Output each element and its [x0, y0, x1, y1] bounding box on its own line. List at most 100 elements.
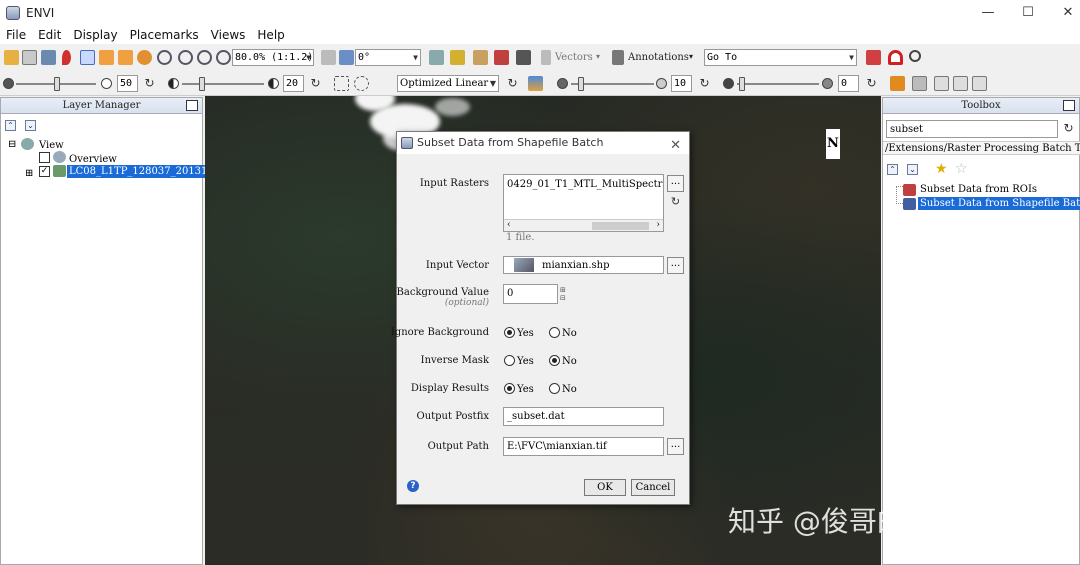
expand-all-icon[interactable]: ⌄ [907, 164, 918, 175]
stretch-roi-icon[interactable] [354, 76, 369, 91]
brightness-slider-thumb[interactable] [54, 77, 60, 91]
toolbox-search-input[interactable]: subset [886, 120, 1058, 138]
chip-to-file-icon[interactable] [912, 76, 927, 91]
view-expander-icon[interactable]: ⊟ [8, 139, 16, 150]
crosshair-icon[interactable] [429, 50, 444, 65]
inverse-mask-no-radio[interactable] [549, 355, 560, 366]
stats-icon[interactable] [516, 50, 531, 65]
output-path-input[interactable]: E:\FVC\mianxian.tif [503, 437, 664, 456]
layer-expander-icon[interactable]: ⊞ [25, 168, 33, 179]
zoom-dropdown[interactable]: 80.0% (1:1.2) ▼ [232, 49, 314, 66]
input-rasters-list[interactable]: 0429_01_T1_MTL_MultiSpectral ‹ › [503, 174, 664, 232]
envi-logo-icon[interactable] [888, 50, 903, 65]
cancel-button[interactable]: Cancel [631, 479, 675, 496]
chip-to-screen-icon[interactable] [890, 76, 905, 91]
spectral-icon[interactable] [494, 50, 509, 65]
zoom-out-icon[interactable] [197, 50, 212, 65]
annotations-icon[interactable] [612, 50, 624, 65]
close-button[interactable]: ✕ [1045, 0, 1080, 26]
input-rasters-value[interactable]: 0429_01_T1_MTL_MultiSpectral [507, 179, 663, 190]
rotate-left-icon[interactable] [321, 50, 336, 65]
overview-checkbox[interactable] [39, 152, 50, 163]
rotate-icon[interactable] [137, 50, 152, 65]
placemark-icon[interactable] [62, 50, 71, 65]
collapse-all-icon[interactable]: ⌃ [887, 164, 898, 175]
output-postfix-input[interactable]: _subset.dat [503, 407, 664, 426]
annotations-dropdown-arrow[interactable]: ▾ [689, 52, 693, 61]
reset-icon[interactable]: ↻ [142, 76, 157, 91]
horizontal-scrollbar[interactable]: ‹ › [504, 219, 663, 231]
layout-four-icon[interactable] [972, 76, 987, 91]
layer-checkbox[interactable]: ✓ [39, 166, 50, 177]
browse-output-button[interactable]: ... [667, 438, 684, 455]
browse-vector-button[interactable]: ... [667, 257, 684, 274]
vectors-menu[interactable]: Vectors [555, 52, 593, 63]
transparency-input[interactable]: 0 [838, 75, 859, 92]
rotation-dropdown[interactable]: 0° ▼ [355, 49, 421, 66]
data-manager-icon[interactable] [22, 50, 37, 65]
favorite-star-icon[interactable]: ★ [935, 161, 948, 177]
menu-edit[interactable]: Edit [32, 28, 67, 42]
sharpen-slider-thumb[interactable] [578, 77, 584, 91]
inverse-mask-yes-radio[interactable] [504, 355, 515, 366]
pin-icon[interactable] [1063, 100, 1075, 111]
crop-icon[interactable] [41, 50, 56, 65]
search-icon[interactable] [909, 50, 921, 62]
input-vector-field[interactable]: mianxian.shp [503, 256, 664, 274]
menu-file[interactable]: File [0, 28, 32, 42]
profile-icon[interactable] [473, 50, 488, 65]
pin-icon[interactable] [186, 100, 198, 111]
expand-all-icon[interactable]: ⌄ [25, 120, 36, 131]
tree-overview-label[interactable]: Overview [69, 154, 117, 165]
contrast-slider-track[interactable] [182, 83, 264, 85]
layout-two-icon[interactable] [953, 76, 968, 91]
transparency-slider-track[interactable] [737, 83, 819, 85]
ignore-background-yes-radio[interactable] [504, 327, 515, 338]
reset-icon[interactable]: ↻ [308, 76, 323, 91]
display-results-no-radio[interactable] [549, 383, 560, 394]
scroll-left-icon[interactable]: ‹ [507, 218, 511, 231]
browse-rasters-button[interactable]: ... [667, 175, 684, 192]
spin-buttons-icon[interactable]: ⊞ ⊟ [560, 286, 566, 302]
help-icon[interactable]: ? [407, 480, 419, 492]
background-value-input[interactable]: 0 [503, 284, 558, 304]
refresh-icon[interactable]: ↻ [668, 194, 683, 209]
vectors-dropdown-arrow[interactable]: ▾ [596, 52, 600, 61]
tree-view-label[interactable]: View [39, 140, 64, 151]
toolbox-item-roi[interactable]: Subset Data from ROIs [920, 184, 1037, 195]
stretch-dropdown[interactable]: Optimized Linear ▼ [397, 75, 499, 92]
reset-icon[interactable]: ↻ [697, 76, 712, 91]
sharpen-input[interactable]: 10 [671, 75, 692, 92]
pan-hand-icon[interactable] [99, 50, 114, 65]
goto-dropdown[interactable]: Go To ▼ [704, 49, 857, 66]
ok-button[interactable]: OK [584, 479, 626, 496]
menu-help[interactable]: Help [251, 28, 290, 42]
reset-icon[interactable]: ↻ [864, 76, 879, 91]
display-results-yes-radio[interactable] [504, 383, 515, 394]
open-folder-icon[interactable] [4, 50, 19, 65]
refresh-icon[interactable]: ↻ [1061, 121, 1076, 136]
stretch-type-icon[interactable] [334, 76, 349, 91]
menu-display[interactable]: Display [67, 28, 123, 42]
ignore-background-no-radio[interactable] [549, 327, 560, 338]
fly-icon[interactable] [118, 50, 133, 65]
annotations-menu[interactable]: Annotations [628, 52, 689, 63]
brightness-input[interactable]: 50 [117, 75, 138, 92]
menu-views[interactable]: Views [205, 28, 252, 42]
toolbox-item-shapefile-batch[interactable]: Subset Data from Shapefile Batch [918, 197, 1080, 210]
unfavorite-star-icon[interactable]: ☆ [955, 161, 968, 177]
scroll-right-icon[interactable]: › [656, 218, 660, 231]
collapse-all-icon[interactable]: ⌃ [5, 120, 16, 131]
histogram-icon[interactable] [528, 76, 543, 91]
menu-placemarks[interactable]: Placemarks [124, 28, 205, 42]
reset-icon[interactable]: ↻ [505, 76, 520, 91]
contrast-input[interactable]: 20 [283, 75, 304, 92]
contrast-slider-thumb[interactable] [199, 77, 205, 91]
select-cursor-icon[interactable] [80, 50, 95, 65]
zoom-icon[interactable] [157, 50, 172, 65]
zoom-full-icon[interactable] [216, 50, 231, 65]
vectors-icon[interactable] [541, 50, 551, 65]
layout-one-icon[interactable] [934, 76, 949, 91]
transparency-slider-thumb[interactable] [739, 77, 745, 91]
scroll-thumb[interactable] [592, 222, 649, 230]
